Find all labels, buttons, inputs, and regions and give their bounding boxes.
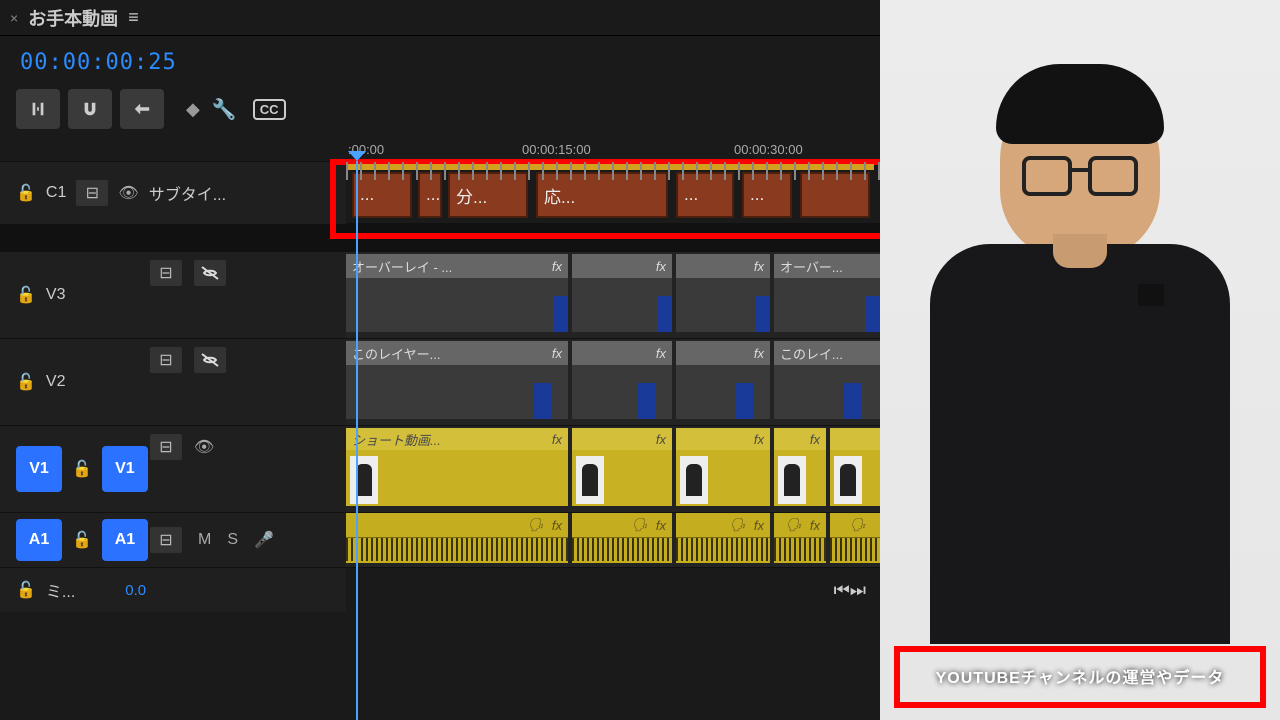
audio-clip[interactable]: 🗣fx — [774, 513, 826, 563]
close-icon[interactable]: × — [10, 10, 18, 26]
track-label: C1 — [46, 184, 66, 202]
video-clip[interactable]: fx — [774, 428, 826, 506]
source-target-v1[interactable]: V1 — [16, 446, 62, 492]
track-target-a1[interactable]: A1 — [102, 519, 148, 561]
marker-icon[interactable]: ◆ — [186, 99, 200, 120]
audio-clip[interactable]: 🗣fx — [676, 513, 770, 563]
presenter-figure — [920, 80, 1240, 720]
video-clip[interactable]: fx — [676, 428, 770, 506]
ruler-tick: 00:00:15:00 — [522, 142, 591, 157]
track-lock-icon[interactable]: 🔓 — [72, 459, 92, 479]
video-clip[interactable]: オーバー... — [774, 254, 880, 332]
audio-clip[interactable]: 🗣 — [830, 513, 880, 563]
time-ruler[interactable]: :00:00 00:00:15:00 00:00:30:00 — [346, 137, 880, 161]
panel-menu-icon[interactable]: ≡ — [128, 7, 139, 28]
sync-lock-icon[interactable]: ⊟ — [76, 180, 108, 206]
track-visibility-off-icon[interactable] — [194, 260, 226, 286]
linked-selection-icon[interactable] — [120, 89, 164, 129]
sync-lock-icon[interactable]: ⊟ — [150, 260, 182, 286]
sync-lock-icon[interactable]: ⊟ — [150, 527, 182, 553]
audio-clip[interactable]: 🗣fx — [346, 513, 568, 563]
playhead-timecode[interactable]: 00:00:00:25 — [0, 36, 880, 85]
video-track-v1[interactable]: ショート動画...fxfxfxfx — [346, 426, 880, 512]
playhead-indicator[interactable] — [356, 161, 358, 720]
sync-lock-icon[interactable]: ⊟ — [150, 434, 182, 460]
video-track-v3[interactable]: オーバーレイ - ...fxfxfxオーバー... — [346, 252, 880, 338]
video-clip[interactable]: fx — [676, 254, 770, 332]
video-clip[interactable]: fx — [572, 341, 672, 419]
track-visibility-off-icon[interactable] — [194, 347, 226, 373]
program-monitor: YOUTUBEチャンネルの運営やデータ — [880, 0, 1280, 720]
mute-toggle[interactable]: M — [198, 531, 211, 549]
video-clip[interactable]: fx — [676, 341, 770, 419]
video-track-v2[interactable]: このレイヤー...fxfxfxこのレイ... — [346, 339, 880, 425]
video-clip[interactable]: このレイヤー...fx — [346, 341, 568, 419]
track-lock-icon[interactable]: 🔓 — [16, 580, 36, 600]
video-clip[interactable] — [830, 428, 880, 506]
caption-track-name: サブタイ... — [149, 181, 226, 205]
audio-clip[interactable]: 🗣fx — [572, 513, 672, 563]
solo-toggle[interactable]: S — [227, 531, 238, 549]
track-label: V3 — [46, 286, 66, 304]
insert-tool-icon[interactable] — [16, 89, 60, 129]
mix-volume-value[interactable]: 0.0 — [125, 582, 146, 599]
video-clip[interactable]: fx — [572, 254, 672, 332]
captions-toggle[interactable]: CC — [253, 99, 286, 120]
ruler-tick: 00:00:30:00 — [734, 142, 803, 157]
track-lock-icon[interactable]: 🔓 — [16, 183, 36, 203]
mix-track-label: ミ... — [46, 578, 75, 602]
caption-track[interactable]: ......分...応......... — [346, 162, 880, 223]
video-clip[interactable]: このレイ... — [774, 341, 880, 419]
mix-track[interactable]: ⏮⏭ — [346, 568, 880, 612]
track-lock-icon[interactable]: 🔓 — [16, 285, 36, 305]
track-target-v1[interactable]: V1 — [102, 446, 148, 492]
settings-wrench-icon[interactable]: 🔧 — [212, 97, 237, 122]
lavalier-mic-icon — [1138, 284, 1164, 306]
video-clip[interactable]: オーバーレイ - ...fx — [346, 254, 568, 332]
master-meter-icon: ⏮⏭ — [834, 580, 866, 601]
video-caption-overlay: YOUTUBEチャンネルの運営やデータ — [904, 654, 1256, 698]
source-target-a1[interactable]: A1 — [16, 519, 62, 561]
track-lock-icon[interactable]: 🔓 — [72, 530, 92, 550]
track-label: V2 — [46, 373, 66, 391]
snap-magnet-icon[interactable] — [68, 89, 112, 129]
track-lock-icon[interactable]: 🔓 — [16, 372, 36, 392]
sync-lock-icon[interactable]: ⊟ — [150, 347, 182, 373]
track-visibility-icon[interactable]: 👁 — [118, 183, 138, 203]
track-visibility-icon[interactable]: 👁 — [194, 437, 214, 457]
sequence-title: お手本動画 — [28, 5, 118, 31]
video-clip[interactable]: ショート動画...fx — [346, 428, 568, 506]
voiceover-mic-icon[interactable]: 🎤 — [254, 530, 274, 550]
video-clip[interactable]: fx — [572, 428, 672, 506]
audio-track-a1[interactable]: 🗣fx🗣fx🗣fx🗣fx🗣 — [346, 513, 880, 567]
